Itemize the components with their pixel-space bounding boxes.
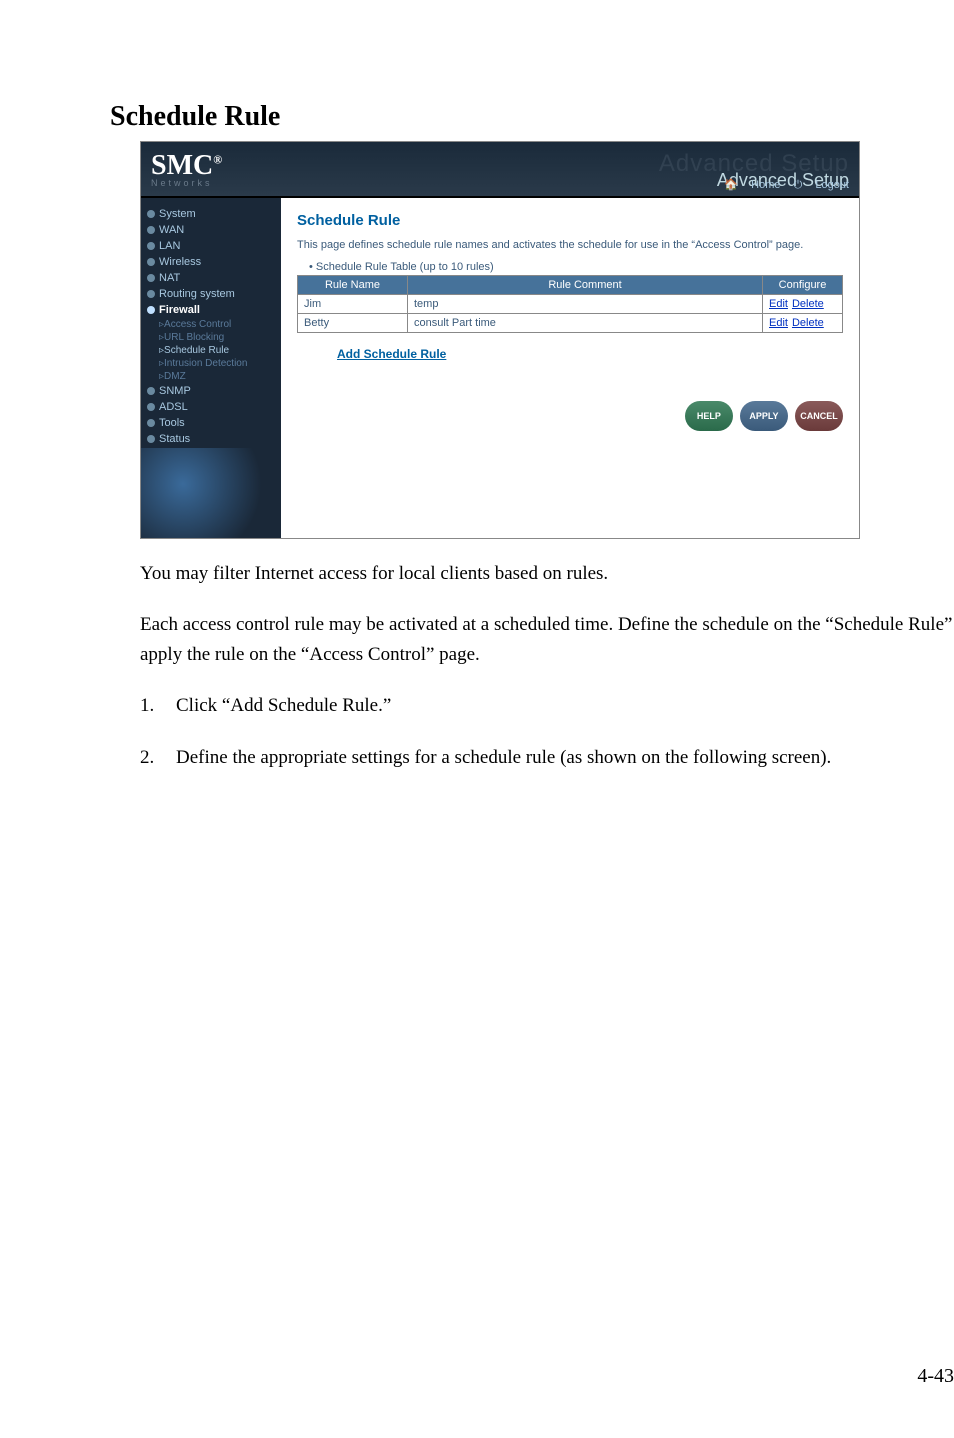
logout-link[interactable]: ⏻ Logout [794, 179, 849, 191]
sidebar-sub-schedule-rule[interactable]: ▹Schedule Rule [141, 344, 281, 357]
step-number: 2. [140, 743, 176, 772]
sidebar-item-status[interactable]: Status [141, 431, 281, 447]
page-title: Schedule Rule [110, 101, 954, 133]
home-link[interactable]: 🏠 Home [724, 179, 780, 191]
sidebar-item-adsl[interactable]: ADSL [141, 399, 281, 415]
sidebar-item-routing[interactable]: Routing system [141, 286, 281, 302]
smc-logo-sub: Networks [151, 178, 222, 188]
sidebar-item-wireless[interactable]: Wireless [141, 254, 281, 270]
sidebar-sub-dmz[interactable]: ▹DMZ [141, 370, 281, 383]
sidebar-item-system[interactable]: System [141, 206, 281, 222]
cancel-button[interactable]: CANCEL [795, 401, 843, 431]
delete-link[interactable]: Delete [792, 298, 824, 310]
step-item: 2. Define the appropriate settings for a… [140, 743, 954, 772]
add-schedule-rule-link[interactable]: Add Schedule Rule [337, 347, 843, 361]
sidebar-item-snmp[interactable]: SNMP [141, 383, 281, 399]
sidebar: System WAN LAN Wireless NAT Routing syst… [141, 198, 281, 538]
table-caption: Schedule Rule Table (up to 10 rules) [309, 261, 843, 273]
banner-bg-text: Advanced Setup [659, 150, 849, 178]
sidebar-decorative-image [141, 448, 281, 538]
step-number: 1. [140, 691, 176, 720]
edit-link[interactable]: Edit [769, 298, 788, 310]
content-title: Schedule Rule [297, 212, 843, 229]
table-row: Jim temp Edit Delete [298, 295, 843, 314]
apply-button[interactable]: APPLY [740, 401, 788, 431]
sidebar-item-nat[interactable]: NAT [141, 270, 281, 286]
col-rule-comment: Rule Comment [408, 276, 763, 295]
schedule-rule-table: Rule Name Rule Comment Configure Jim tem… [297, 275, 843, 333]
content-description: This page defines schedule rule names an… [297, 239, 843, 251]
top-nav: 🏠 Home ⏻ Logout [714, 178, 849, 192]
cell-rule-name: Jim [298, 295, 408, 314]
sidebar-sub-access-control[interactable]: ▹Access Control [141, 318, 281, 331]
step-item: 1. Click “Add Schedule Rule.” [140, 691, 954, 720]
action-buttons: HELP APPLY CANCEL [297, 401, 843, 431]
table-row: Betty consult Part time Edit Delete [298, 314, 843, 333]
numbered-steps: 1. Click “Add Schedule Rule.” 2. Define … [140, 691, 954, 772]
col-rule-name: Rule Name [298, 276, 408, 295]
sidebar-item-wan[interactable]: WAN [141, 222, 281, 238]
col-configure: Configure [763, 276, 843, 295]
page-number: 4-43 [917, 1365, 954, 1388]
edit-link[interactable]: Edit [769, 317, 788, 329]
sidebar-item-tools[interactable]: Tools [141, 415, 281, 431]
main-content: Schedule Rule This page defines schedule… [281, 198, 859, 538]
step-text: Define the appropriate settings for a sc… [176, 743, 831, 772]
sidebar-sub-url-blocking[interactable]: ▹URL Blocking [141, 331, 281, 344]
help-button[interactable]: HELP [685, 401, 733, 431]
delete-link[interactable]: Delete [792, 317, 824, 329]
cell-rule-comment: consult Part time [408, 314, 763, 333]
ss-header-bar: SMC® Networks Advanced Setup Advanced Se… [141, 142, 859, 198]
paragraph: You may filter Internet access for local… [140, 559, 954, 588]
smc-logo: SMC® [151, 150, 222, 181]
router-ui-screenshot: SMC® Networks Advanced Setup Advanced Se… [140, 141, 860, 539]
body-text: You may filter Internet access for local… [140, 559, 954, 669]
paragraph: Each access control rule may be activate… [140, 610, 954, 669]
sidebar-sub-intrusion[interactable]: ▹Intrusion Detection [141, 357, 281, 370]
sidebar-item-firewall[interactable]: Firewall [141, 302, 281, 318]
sidebar-item-lan[interactable]: LAN [141, 238, 281, 254]
page-header: FIREWALL [100, 50, 954, 71]
cell-rule-name: Betty [298, 314, 408, 333]
step-text: Click “Add Schedule Rule.” [176, 691, 391, 720]
cell-rule-comment: temp [408, 295, 763, 314]
